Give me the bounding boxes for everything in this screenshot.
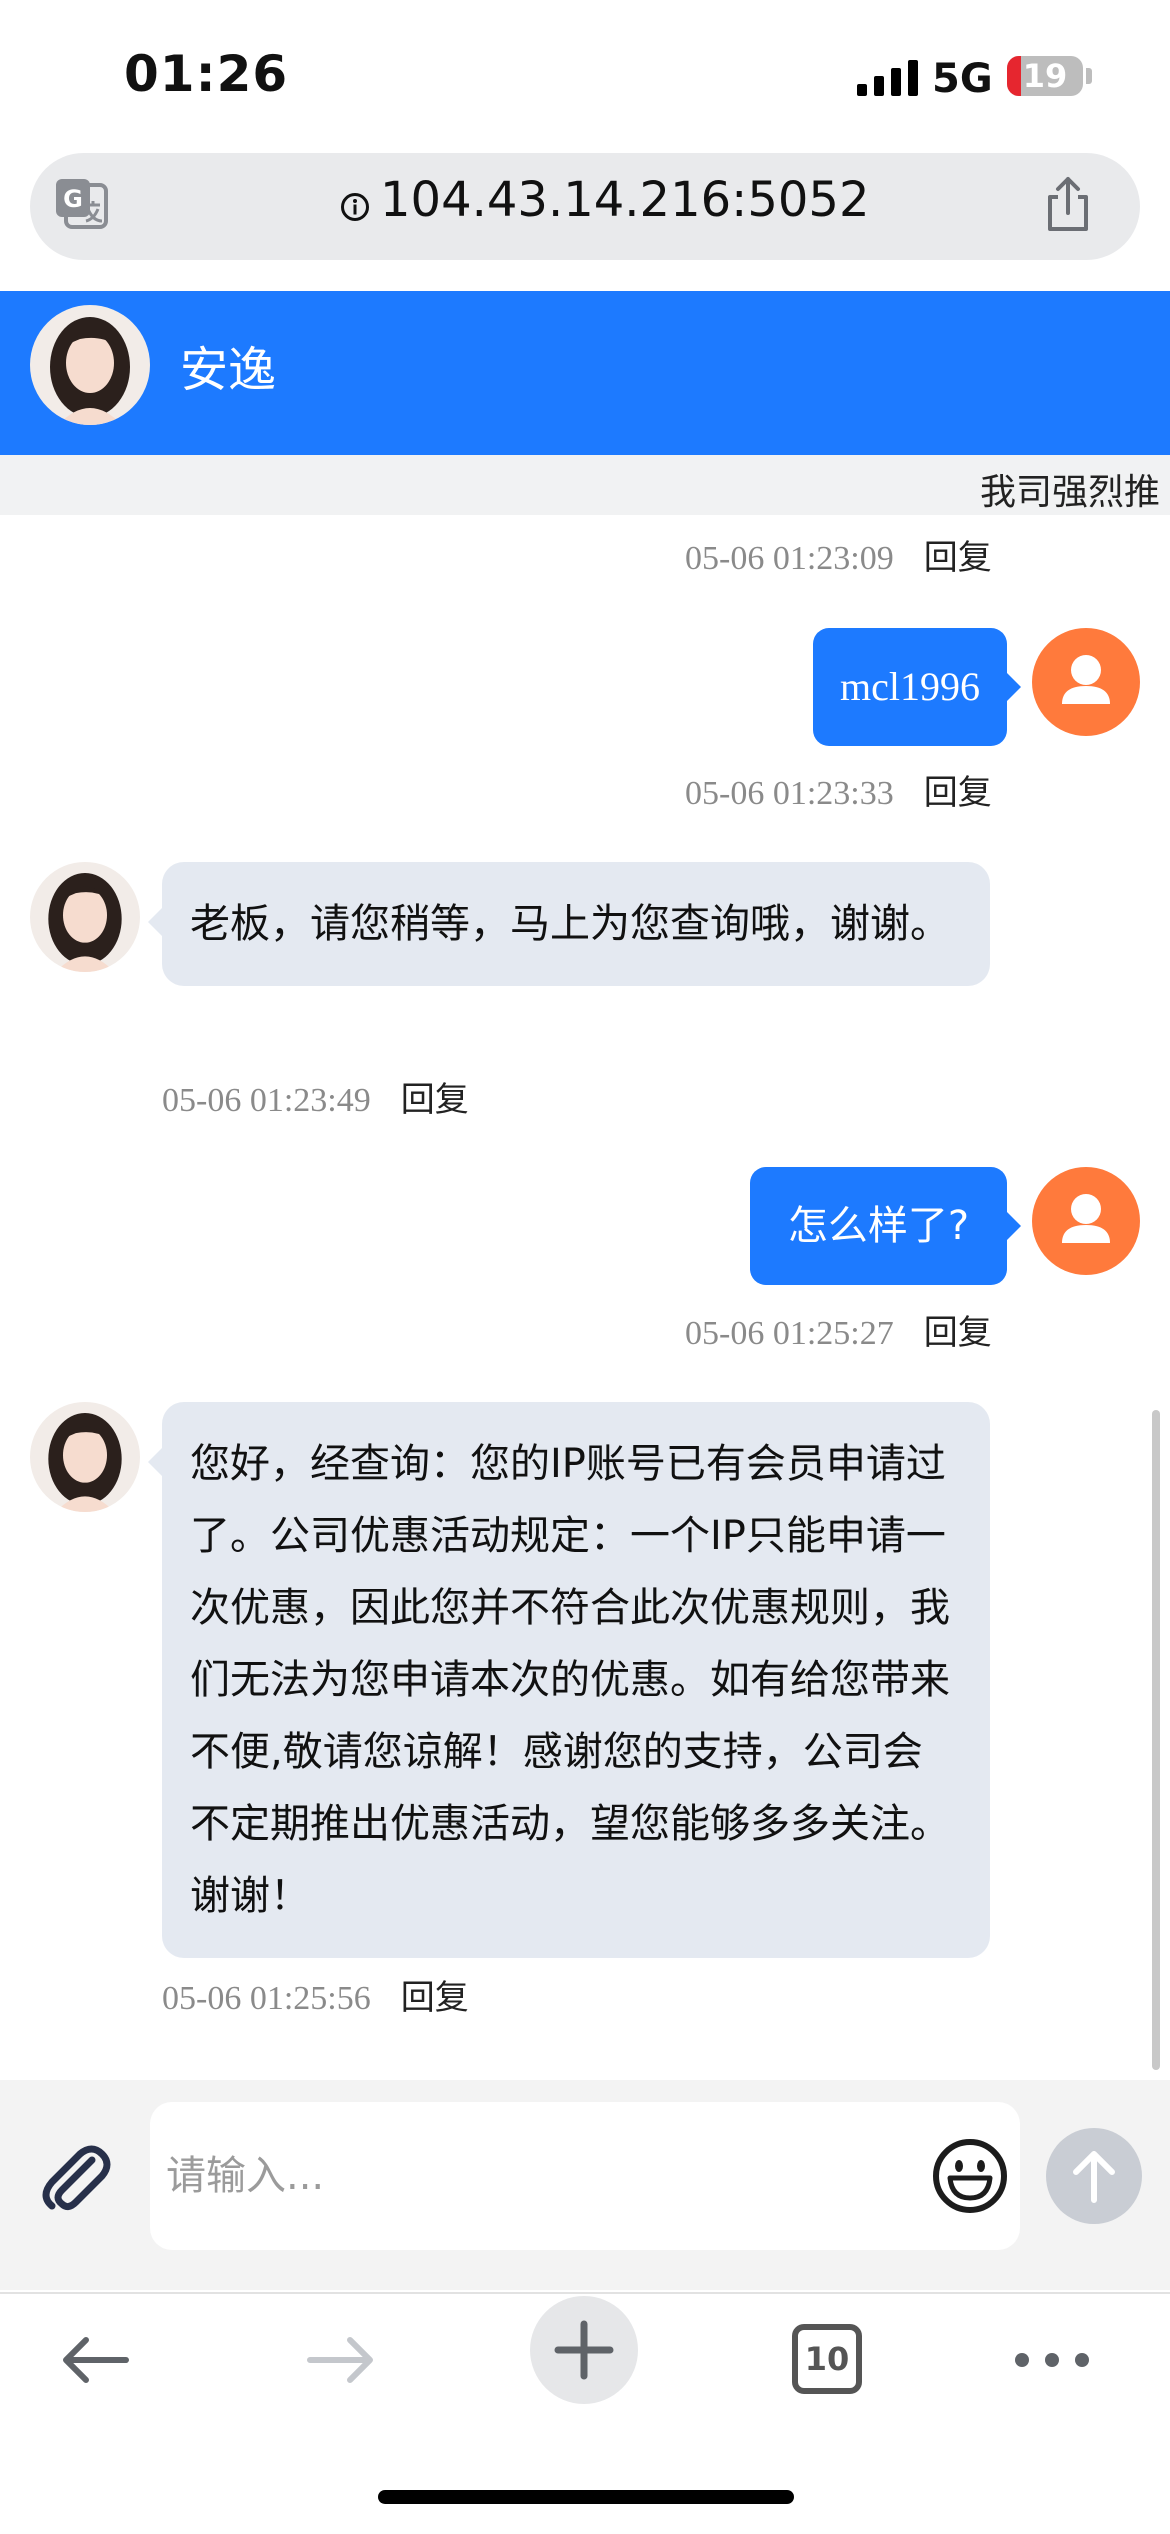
scrollbar[interactable] [1152, 1410, 1160, 2070]
battery-icon: 19 [1007, 56, 1083, 96]
person-icon [1062, 655, 1110, 704]
message-meta: 05-06 01:23:49 回复 [162, 1072, 469, 1121]
reply-button[interactable]: 回复 [401, 1978, 469, 2018]
url-text[interactable]: 104.43.14.216:5052 [380, 172, 870, 228]
reply-button[interactable]: 回复 [924, 538, 992, 578]
reply-button[interactable]: 回复 [401, 1080, 469, 1120]
arrow-up-icon [1073, 2151, 1115, 2203]
tabs-button[interactable]: 10 [792, 2324, 862, 2394]
message-meta: 05-06 01:23:33 回复 [685, 765, 992, 814]
paperclip-icon[interactable] [36, 2140, 112, 2216]
svg-text:G: G [63, 185, 83, 213]
agent-message-bubble: 您好，经查询：您的IP账号已有会员申请过了。公司优惠活动规定：一个IP只能申请一… [148, 1402, 990, 1958]
signal-icon [857, 60, 919, 96]
message-input[interactable] [150, 2102, 1020, 2250]
message-meta: 05-06 01:23:09 回复 [685, 530, 992, 579]
person-icon [1062, 1194, 1110, 1243]
reply-button[interactable]: 回复 [924, 1313, 992, 1353]
message-meta: 05-06 01:25:27 回复 [685, 1305, 992, 1354]
message-timestamp: 05-06 01:25:27 [685, 1315, 894, 1352]
agent-message-bubble: 老板，请您稍等，马上为您查询哦，谢谢。 [148, 862, 990, 986]
message-timestamp: 05-06 01:23:49 [162, 1082, 371, 1119]
network-type: 5G [932, 56, 993, 102]
user-avatar [1032, 628, 1140, 736]
message-timestamp: 05-06 01:25:56 [162, 1980, 371, 2017]
user-avatar [1032, 1167, 1140, 1275]
marquee-text: 我司强烈推 [980, 472, 1161, 513]
reply-button[interactable]: 回复 [924, 773, 992, 813]
info-icon [341, 193, 369, 221]
chat-header [0, 291, 1170, 455]
message-timestamp: 05-06 01:23:33 [685, 775, 894, 812]
agent-avatar [30, 305, 150, 425]
status-time: 01:26 [124, 45, 289, 103]
message-timestamp: 05-06 01:23:09 [685, 540, 894, 577]
agent-avatar [30, 1402, 140, 1512]
new-tab-button[interactable] [530, 2296, 638, 2404]
emoji-icon[interactable] [930, 2136, 1010, 2216]
user-message-bubble: mcl1996 [813, 628, 1021, 746]
share-icon[interactable] [1040, 175, 1096, 235]
back-arrow-icon[interactable] [56, 2330, 136, 2390]
forward-arrow-icon[interactable] [300, 2330, 380, 2390]
agent-avatar [30, 862, 140, 972]
message-meta: 05-06 01:25:56 回复 [162, 1970, 469, 2019]
translate-icon[interactable]: G [52, 175, 112, 235]
more-icon[interactable] [1012, 2350, 1092, 2370]
home-indicator [378, 2490, 794, 2504]
battery-percent: 19 [1022, 57, 1068, 95]
announcement-marquee: 我司强烈推 [0, 455, 1170, 515]
battery-tip [1086, 68, 1092, 84]
plus-icon [554, 2320, 614, 2380]
agent-name: 安逸 [180, 342, 277, 398]
user-message-bubble: 怎么样了? [750, 1167, 1021, 1285]
send-button[interactable] [1046, 2128, 1142, 2224]
